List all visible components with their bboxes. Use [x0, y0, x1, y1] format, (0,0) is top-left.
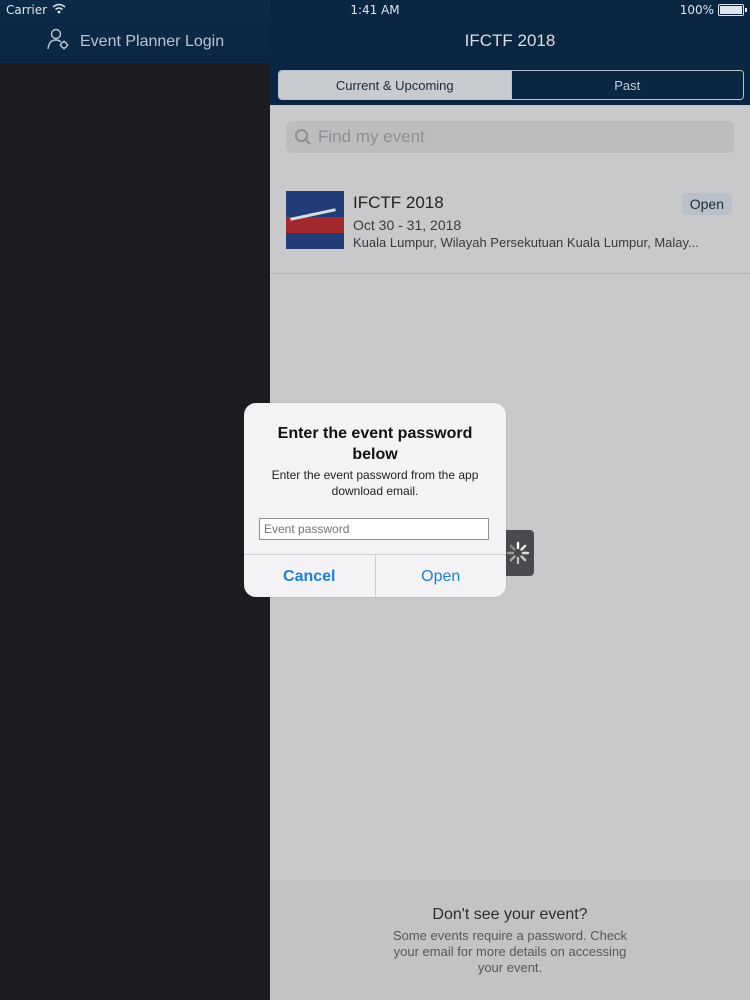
- event-location: Kuala Lumpur, Wilayah Persekutuan Kuala …: [353, 235, 699, 250]
- search-input[interactable]: Find my event: [286, 121, 734, 153]
- event-password-field[interactable]: [259, 518, 489, 540]
- list-item[interactable]: IFCTF 2018 Oct 30 - 31, 2018 Kuala Lumpu…: [270, 175, 750, 274]
- status-bar: Carrier 1:41 AM 100%: [0, 0, 750, 20]
- dialog-message: Enter the event password from the app do…: [271, 468, 479, 498]
- event-name: IFCTF 2018: [353, 193, 444, 212]
- dialog-title: Enter the event password below: [277, 425, 473, 463]
- open-button[interactable]: Open: [376, 555, 507, 597]
- password-dialog: Enter the event password below Enter the…: [244, 403, 506, 597]
- search-placeholder: Find my event: [318, 127, 425, 146]
- page-title: IFCTF 2018: [464, 31, 556, 50]
- open-event-button[interactable]: Open: [681, 193, 732, 215]
- search-icon: [294, 128, 312, 146]
- dialog-actions: Cancel Open: [244, 554, 506, 597]
- person-gear-icon: [46, 27, 70, 56]
- footer-title: Don't see your event?: [432, 906, 588, 923]
- tab-current-upcoming[interactable]: Current & Upcoming: [279, 71, 511, 99]
- event-dates: Oct 30 - 31, 2018: [353, 217, 462, 233]
- segmented-control: Current & Upcoming Past: [278, 70, 744, 100]
- event-planner-login-label: Event Planner Login: [80, 32, 225, 50]
- loading-spinner-icon: [502, 530, 534, 576]
- battery-icon: [718, 4, 747, 16]
- tab-past[interactable]: Past: [510, 71, 743, 99]
- sidebar: Event Planner Login: [0, 0, 270, 1000]
- event-planner-login-button[interactable]: Event Planner Login: [46, 27, 224, 56]
- cancel-button[interactable]: Cancel: [244, 555, 376, 597]
- event-thumbnail: [286, 191, 344, 249]
- footer-text: Some events require a password. Check yo…: [392, 928, 628, 975]
- battery-percent: 100%: [679, 3, 714, 17]
- clock: 1:41 AM: [350, 3, 400, 17]
- footer-help: Don't see your event? Some events requir…: [270, 880, 750, 1000]
- battery-indicator: 100%: [679, 3, 747, 17]
